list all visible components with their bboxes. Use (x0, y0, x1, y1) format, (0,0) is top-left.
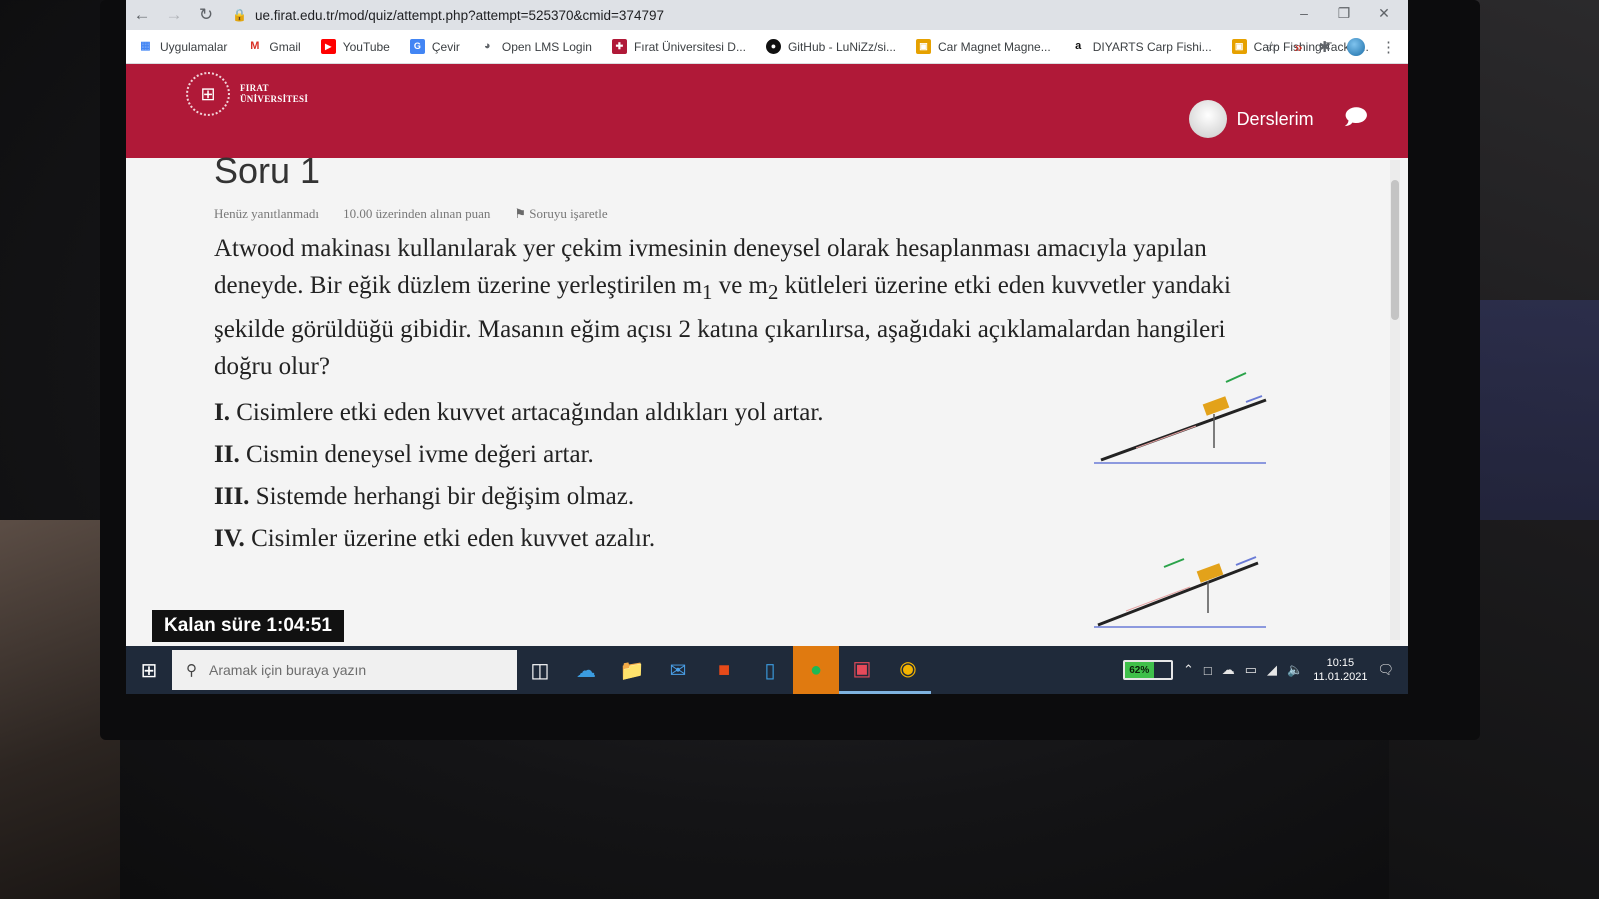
shopping-bag-icon: ▣ (1231, 39, 1247, 54)
university-logo[interactable]: ⊞ FIRAT ÜNİVERSİTESİ (186, 72, 308, 116)
gmail-icon: M (250, 40, 260, 52)
lock-icon: 🔒 (232, 8, 247, 22)
flag-question-link[interactable]: ⚑ Soruyu işaretle (514, 206, 607, 222)
user-menu[interactable]: Derslerim 🗩 (1188, 100, 1368, 138)
bookmark-apps[interactable]: ▦ Uygulamalar (138, 39, 227, 54)
bookmark-diyarts[interactable]: a DIYARTS Carp Fishi... (1071, 39, 1211, 54)
youtube-icon: ▶ (320, 39, 336, 54)
question-points: 10.00 üzerinden alınan puan (343, 206, 491, 221)
system-tray: 62% ⌃ □ ☁ ▭ ◢ 🔈 10:15 11.01.2021 🗨 (1122, 646, 1394, 694)
task-view-icon[interactable]: ◫ (517, 646, 563, 694)
back-arrow-icon[interactable]: ← (126, 0, 158, 30)
bookmark-github[interactable]: ● GitHub - LuNiZz/si... (765, 39, 896, 54)
bookmark-translate[interactable]: G Çevir (409, 39, 460, 54)
taskbar-search[interactable]: ⚲ Aramak için buraya yazın (172, 650, 517, 690)
github-icon: ● (765, 39, 781, 54)
toolbar-right: ☆ » ✱ ⋮ (1265, 30, 1396, 64)
incline-diagram-1 (1094, 372, 1267, 464)
notifications-icon[interactable]: 🗨 (1377, 662, 1394, 678)
flag-icon: ⚑ (514, 206, 527, 221)
battery-indicator[interactable]: 62% (1122, 660, 1173, 680)
wifi-icon[interactable]: ◢ (1267, 662, 1277, 678)
bookmark-youtube[interactable]: ▶ YouTube (320, 39, 390, 54)
laptop-screen: ← → ↻ 🔒 ue.firat.edu.tr/mod/quiz/attempt… (126, 0, 1408, 694)
bookmark-firat[interactable]: ✚ Fırat Üniversitesi D... (611, 39, 746, 54)
bookmark-open-lms[interactable]: ◕ Open LMS Login (480, 39, 592, 54)
question-title: Soru 1 (214, 150, 321, 191)
chrome-icon[interactable]: ◉ (885, 646, 931, 694)
seal-icon: ⊞ (186, 72, 230, 116)
quiz-timer: Kalan süre 1:04:51 (152, 610, 344, 642)
user-menu-label[interactable]: Derslerim (1237, 109, 1314, 130)
menu-kebab-icon[interactable]: ⋮ (1381, 38, 1396, 56)
bookmarks-bar: ▦ Uygulamalar M Gmail ▶ YouTube G Çevir … (126, 30, 1408, 64)
globe-icon: ◕ (484, 40, 491, 52)
chevron-up-icon[interactable]: ⌃ (1183, 662, 1194, 678)
taskbar-clock[interactable]: 10:15 11.01.2021 (1313, 656, 1367, 684)
apps-grid-icon: ▦ (140, 40, 151, 52)
page-scrollbar[interactable] (1390, 160, 1400, 640)
file-explorer-icon[interactable]: 📁 (609, 646, 655, 694)
bookmark-gmail[interactable]: M Gmail (247, 39, 300, 54)
bookmark-car-magnet[interactable]: ▣ Car Magnet Magne... (916, 39, 1051, 54)
user-avatar[interactable] (1188, 100, 1227, 138)
volume-icon[interactable]: 🔈 (1287, 662, 1303, 678)
site-navbar: ⊞ FIRAT ÜNİVERSİTESİ Derslerim 🗩 (126, 64, 1408, 158)
onedrive-cloud-icon[interactable]: ☁ (1222, 662, 1235, 678)
taskbar-search-placeholder: Aramak için buraya yazın (209, 662, 367, 678)
scrollbar-thumb[interactable] (1391, 180, 1399, 320)
star-icon[interactable]: ☆ (1265, 38, 1278, 56)
reload-icon[interactable]: ↻ (190, 0, 222, 30)
incline-diagram-2 (1094, 556, 1266, 628)
question-info: Henüz yanıtlanmadı 10.00 üzerinden alına… (214, 206, 1314, 222)
quiz-question: Soru 1 Henüz yanıtlanmadı 10.00 üzerinde… (214, 150, 1314, 553)
forward-arrow-icon[interactable]: → (158, 0, 190, 30)
question-status: Henüz yanıtlanmadı (214, 206, 320, 221)
restore-icon[interactable]: ❐ (1324, 0, 1364, 26)
chat-bubble-icon[interactable]: 🗩 (1344, 100, 1368, 138)
usb-icon[interactable]: □ (1204, 663, 1212, 678)
profile-avatar[interactable] (1347, 38, 1365, 56)
spotify-icon[interactable]: ● (793, 646, 839, 694)
close-window-icon[interactable]: ✕ (1364, 0, 1404, 26)
windows-taskbar: ⊞ ⚲ Aramak için buraya yazın ◫ ☁ 📁 ✉ ■ ▯… (126, 646, 1408, 694)
translate-icon: G (409, 39, 425, 54)
windows-start-icon[interactable]: ⊞ (126, 646, 172, 694)
mail-icon[interactable]: ✉ (655, 646, 701, 694)
question-text: Atwood makinası kullanılarak yer çekim i… (214, 235, 1231, 380)
phone-app-icon[interactable]: ▯ (747, 646, 793, 694)
shopping-bag-icon: ▣ (916, 39, 931, 54)
firat-favicon-icon: ✚ (611, 39, 627, 54)
snipping-tool-icon[interactable]: ▣ (839, 646, 885, 694)
extensions-overflow-icon[interactable]: » (1294, 39, 1302, 56)
office-icon[interactable]: ■ (701, 646, 747, 694)
url-field[interactable]: ue.firat.edu.tr/mod/quiz/attempt.php?att… (255, 8, 664, 23)
battery-level: 62% (1124, 662, 1154, 678)
puzzle-icon[interactable]: ✱ (1318, 38, 1331, 56)
search-icon: ⚲ (186, 662, 197, 679)
statement-3: III. Sistemde herhangi bir değişim olmaz… (214, 483, 635, 510)
amazon-icon: a (1075, 40, 1082, 52)
battery-icon[interactable]: ▭ (1245, 662, 1257, 678)
minimize-icon[interactable]: – (1284, 0, 1324, 26)
logo-text: FIRAT ÜNİVERSİTESİ (240, 83, 309, 104)
edge-icon[interactable]: ☁ (563, 646, 609, 694)
address-bar-row: ← → ↻ 🔒 ue.firat.edu.tr/mod/quiz/attempt… (126, 0, 1408, 30)
